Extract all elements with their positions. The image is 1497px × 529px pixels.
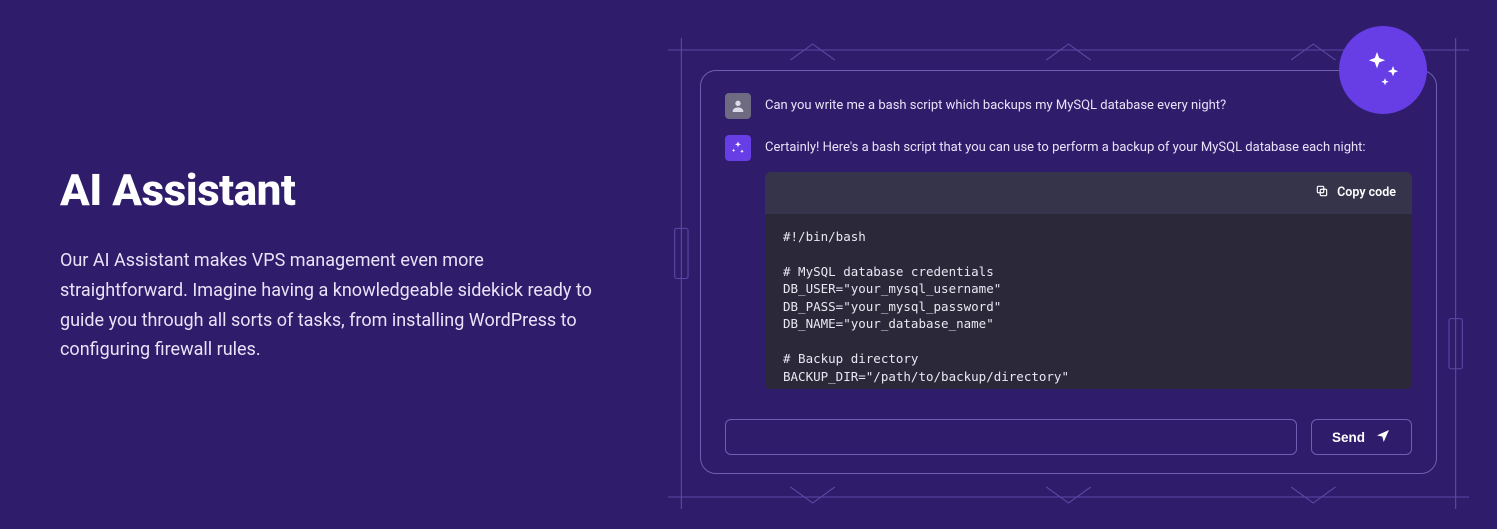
page-title: AI Assistant: [60, 164, 600, 216]
code-block: Copy code #!/bin/bash # MySQL database c…: [765, 172, 1412, 389]
sparkles-icon: [1359, 46, 1407, 94]
code-content: #!/bin/bash # MySQL database credentials…: [765, 214, 1412, 389]
copy-code-button[interactable]: Copy code: [1315, 184, 1396, 202]
ai-sparkle-badge: [1339, 26, 1427, 114]
page-description: Our AI Assistant makes VPS management ev…: [60, 246, 600, 365]
chat-input[interactable]: [725, 419, 1297, 455]
send-button-label: Send: [1332, 430, 1365, 445]
ai-avatar-icon: [725, 135, 751, 161]
ai-message-text: Certainly! Here's a bash script that you…: [765, 135, 1412, 158]
user-avatar-icon: [725, 93, 751, 119]
send-icon: [1375, 428, 1391, 447]
chat-window: Can you write me a bash script which bac…: [700, 70, 1437, 474]
user-message-text: Can you write me a bash script which bac…: [765, 93, 1226, 119]
send-button[interactable]: Send: [1311, 419, 1412, 455]
copy-code-label: Copy code: [1337, 185, 1396, 200]
copy-icon: [1315, 184, 1329, 202]
chat-message-user: Can you write me a bash script which bac…: [725, 93, 1412, 119]
